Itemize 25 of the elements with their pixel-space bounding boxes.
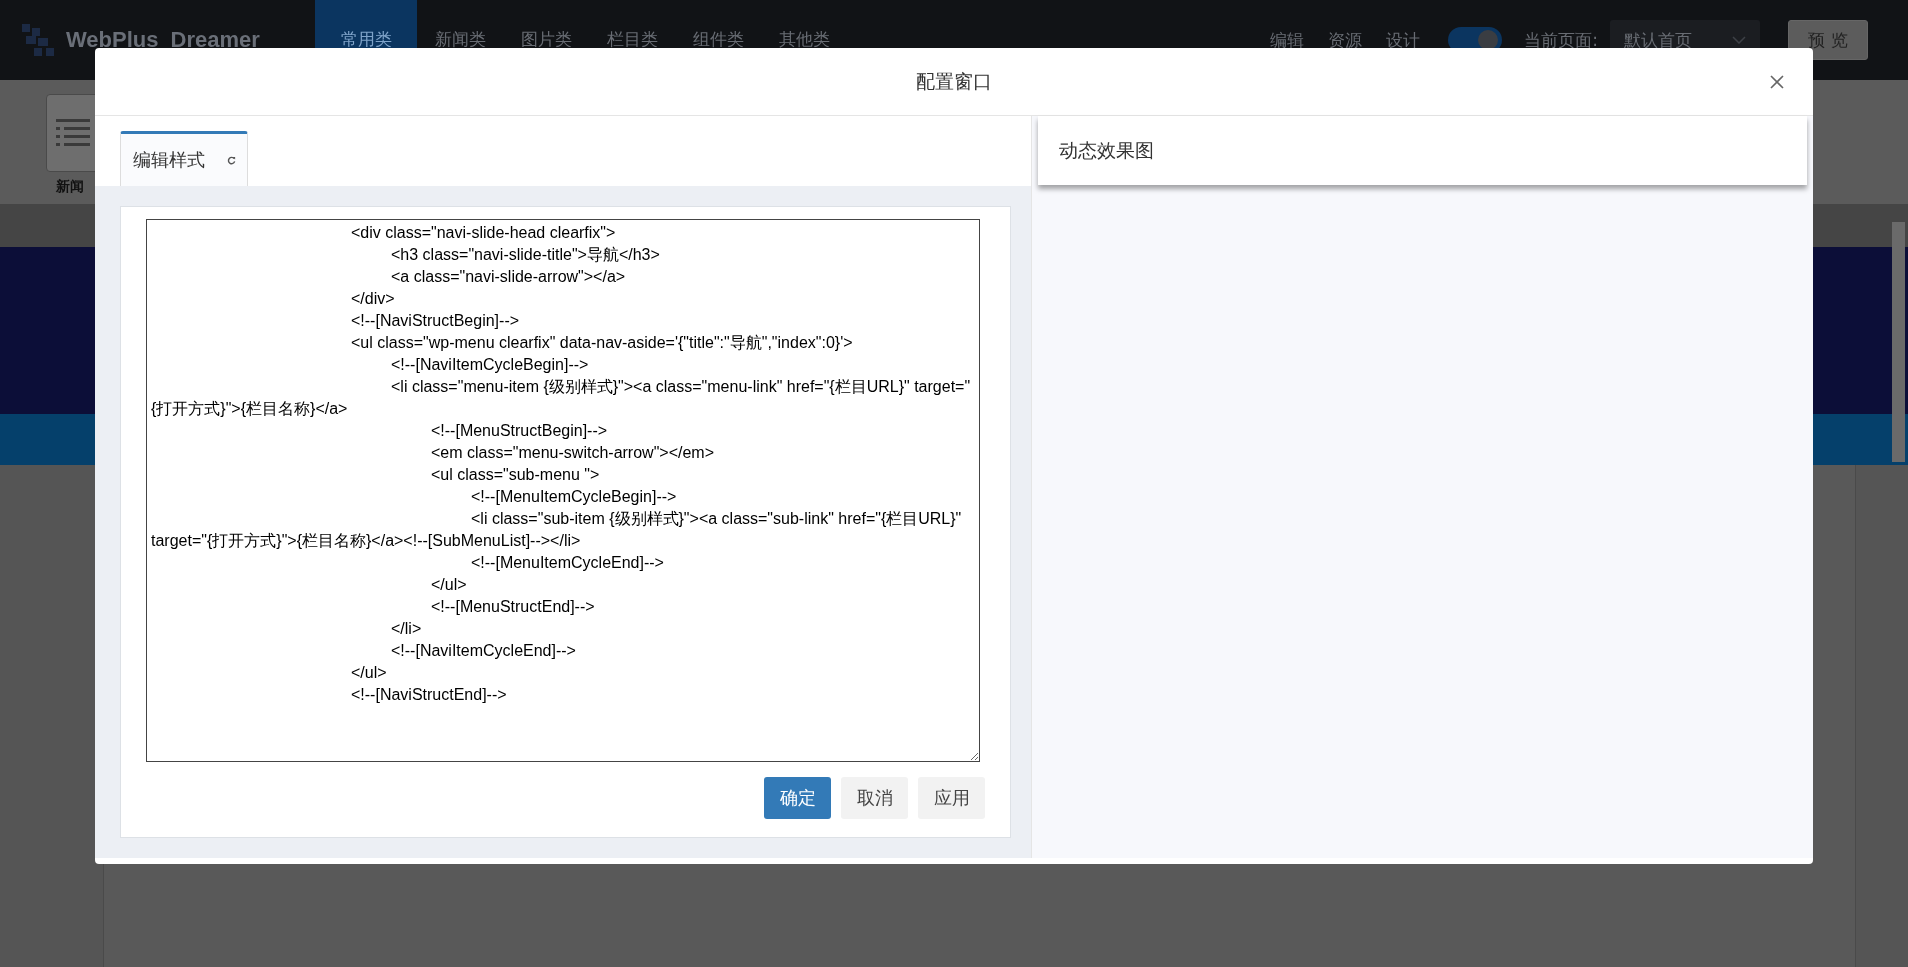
category-tab[interactable]: 栏目类	[589, 0, 675, 80]
widget-label: 新闻	[56, 178, 84, 196]
category-tab[interactable]: 图片类	[503, 0, 589, 80]
dialog-title: 配置窗口	[916, 68, 992, 94]
list-icon	[56, 117, 90, 149]
category-tab[interactable]: 组件类	[675, 0, 761, 80]
logo-subtitle: Dreamer	[170, 27, 260, 53]
scrollbar[interactable]	[1892, 222, 1905, 462]
menu-link[interactable]: 设计	[1380, 28, 1427, 52]
category-tab[interactable]: 新闻类	[417, 0, 503, 80]
dialog-button[interactable]: 应用	[918, 777, 985, 819]
preview-title: 动态效果图	[1059, 137, 1154, 163]
menu-link[interactable]: 编辑	[1264, 28, 1311, 52]
category-tab[interactable]: 其他类	[761, 0, 847, 80]
page-label: 当前页面:	[1524, 28, 1598, 52]
logo-text: WebPlus	[66, 27, 159, 53]
preview-button[interactable]: 预 览	[1788, 20, 1868, 60]
refresh-icon[interactable]	[226, 155, 236, 165]
dialog-button[interactable]: 确定	[764, 777, 831, 819]
close-icon[interactable]	[1769, 74, 1785, 90]
dialog-button[interactable]: 取消	[841, 777, 908, 819]
chevron-down-icon	[1732, 36, 1746, 44]
menu-link[interactable]: 资源	[1322, 28, 1369, 52]
editor-tab[interactable]: 编辑样式	[120, 131, 248, 186]
code-editor[interactable]: <div class="navi-slide-head clearfix"> <h3 class="navi-slide-title">导航</h3> <a class="navi-slide-arrow"></a> </div> <!--[NaviStructBegin]--> <ul class="wp-menu clearfix" data-nav-aside='{"title":"导航","index":0}'> <!--[NaviItemCycleBegin]--> <li class="menu-item {级别样式}"><a class="menu-link" href="{栏目URL}" target="{打开方式}">{栏目名称}</a> <!--[MenuStructBegin]--> <em class="menu-switch-arrow"></em> <ul class="sub-menu "> <!--[MenuItemCycleBegin]--> <li class="sub-item {级别样式}"><a class="sub-link" href="{栏目URL}" target="{打开方式}">{栏目名称}</a><!--[SubMenuList]--></li> <!--[MenuItemCycleEnd]--> </ul> <!--[MenuStructEnd]--> </li> <!--[NaviItemCycleEnd]--> </ul> <!--[NaviStructEnd]-->	[146, 219, 980, 762]
